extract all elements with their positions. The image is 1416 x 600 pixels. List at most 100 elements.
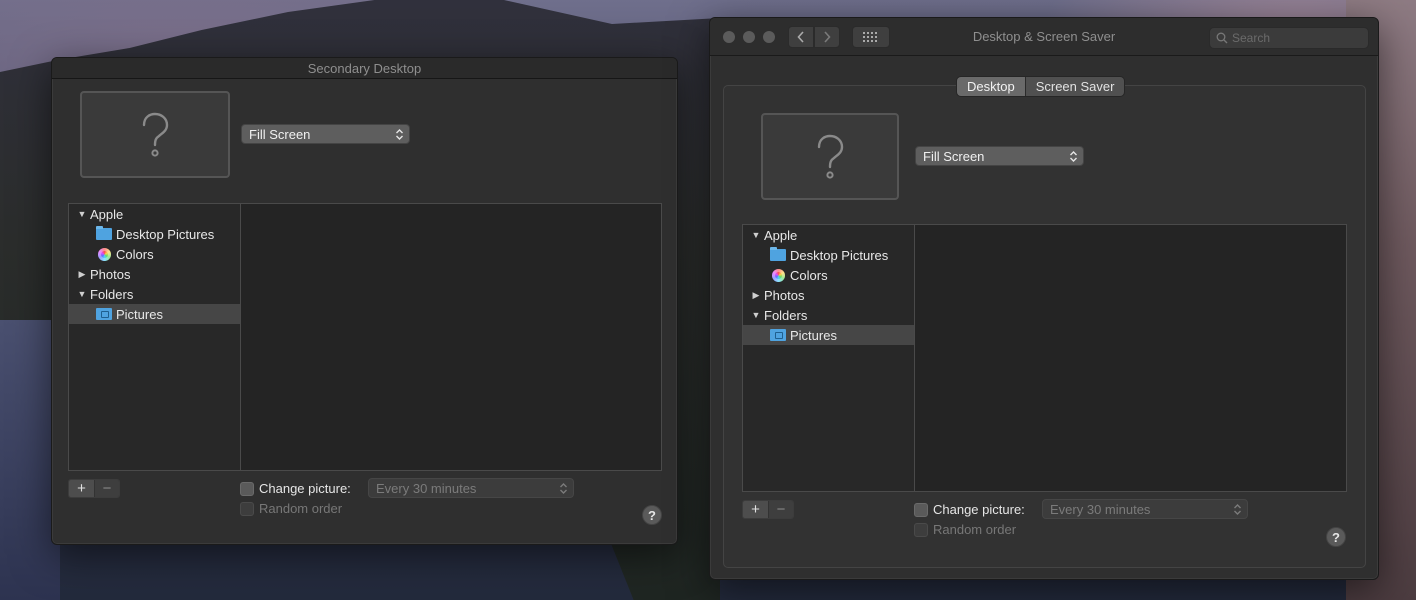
sidebar-item-label: Folders — [90, 286, 134, 302]
window-titlebar[interactable]: Desktop & Screen Saver — [710, 18, 1378, 56]
random-order-checkbox[interactable] — [240, 501, 254, 516]
disclosure-open-icon[interactable]: ▼ — [750, 230, 762, 240]
sidebar-item-colors[interactable]: Colors — [69, 244, 240, 264]
disclosure-open-icon[interactable]: ▼ — [76, 289, 88, 299]
forward-button[interactable] — [814, 26, 840, 48]
change-picture-checkbox[interactable] — [914, 502, 928, 517]
wallpaper-preview — [761, 113, 899, 200]
fill-mode-value: Fill Screen — [249, 126, 311, 142]
disclosure-closed-icon[interactable]: ▶ — [750, 290, 762, 301]
sidebar-item-photos[interactable]: ▶ Photos — [69, 264, 240, 284]
popup-arrows-icon — [557, 481, 570, 495]
sidebar-item-label: Photos — [764, 287, 805, 303]
chevron-right-icon — [824, 31, 831, 43]
sidebar-item-label: Folders — [764, 307, 808, 323]
tab-desktop[interactable]: Desktop — [957, 77, 1025, 96]
sidebar-item-folders[interactable]: ▼ Folders — [69, 284, 240, 304]
random-order-row: Random order — [240, 501, 342, 516]
zoom-button[interactable] — [763, 31, 775, 43]
color-wheel-icon — [96, 247, 112, 261]
sidebar-item-pictures[interactable]: Pictures — [69, 304, 240, 324]
minimize-button[interactable] — [743, 31, 755, 43]
chevron-left-icon — [797, 31, 804, 43]
sidebar-item-desktop-pictures[interactable]: Desktop Pictures — [69, 224, 240, 244]
help-button[interactable]: ? — [1326, 527, 1346, 547]
sidebar-item-label: Apple — [764, 227, 798, 243]
desktop-screen-saver-window: Desktop & Screen Saver Desktop Screen Sa… — [709, 17, 1379, 580]
sources-sidebar: ▼ Apple Desktop Pictures Colors ▶ Photos… — [69, 204, 241, 470]
change-picture-row: Change picture: — [240, 481, 351, 496]
help-button[interactable]: ? — [642, 505, 662, 525]
image-grid[interactable] — [915, 225, 1346, 491]
tab-bar: Desktop Screen Saver — [956, 76, 1126, 97]
change-picture-checkbox[interactable] — [240, 481, 254, 496]
search-icon — [1216, 32, 1228, 44]
change-picture-row: Change picture: — [914, 502, 1025, 517]
sidebar-item-apple[interactable]: ▼ Apple — [69, 204, 240, 224]
sources-sidebar: ▼ Apple Desktop Pictures Colors ▶ Photos… — [743, 225, 915, 491]
add-remove-control: + − — [68, 479, 120, 498]
window-title: Desktop & Screen Saver — [972, 29, 1116, 44]
sidebar-item-label: Photos — [90, 266, 131, 282]
random-order-label: Random order — [933, 522, 1017, 537]
popup-arrows-icon — [1067, 149, 1080, 163]
pictures-folder-icon — [770, 329, 786, 342]
sidebar-item-folders[interactable]: ▼ Folders — [743, 305, 914, 325]
search-field[interactable] — [1209, 27, 1369, 49]
sidebar-item-desktop-pictures[interactable]: Desktop Pictures — [743, 245, 914, 265]
wallpaper-preview — [80, 91, 230, 178]
change-interval-popup[interactable]: Every 30 minutes — [368, 478, 574, 498]
popup-arrows-icon — [1231, 502, 1244, 516]
sidebar-item-colors[interactable]: Colors — [743, 265, 914, 285]
sidebar-item-label: Apple — [90, 206, 124, 222]
sidebar-item-label: Colors — [790, 267, 828, 283]
sidebar-item-apple[interactable]: ▼ Apple — [743, 225, 914, 245]
change-interval-value: Every 30 minutes — [376, 480, 477, 496]
sidebar-item-label: Colors — [116, 246, 154, 262]
random-order-row: Random order — [914, 522, 1016, 537]
remove-folder-button[interactable]: − — [94, 480, 119, 497]
tab-screen-saver[interactable]: Screen Saver — [1024, 77, 1125, 96]
window-title: Secondary Desktop — [307, 60, 422, 76]
pictures-folder-icon — [96, 308, 112, 321]
question-mark-icon — [817, 134, 844, 179]
color-wheel-icon — [770, 268, 786, 282]
window-titlebar[interactable]: Secondary Desktop — [52, 58, 677, 79]
sidebar-item-photos[interactable]: ▶ Photos — [743, 285, 914, 305]
folder-icon — [96, 226, 112, 241]
add-remove-control: + − — [742, 500, 794, 519]
sidebar-item-label: Pictures — [116, 306, 163, 322]
remove-folder-button[interactable]: − — [768, 501, 793, 518]
popup-arrows-icon — [393, 127, 406, 141]
sidebar-item-label: Desktop Pictures — [790, 247, 889, 263]
add-folder-button[interactable]: + — [69, 480, 94, 497]
change-picture-label: Change picture: — [933, 502, 1025, 517]
change-interval-popup[interactable]: Every 30 minutes — [1042, 499, 1248, 519]
sidebar-item-label: Desktop Pictures — [116, 226, 215, 242]
back-button[interactable] — [788, 26, 814, 48]
disclosure-open-icon[interactable]: ▼ — [750, 310, 762, 320]
sidebar-item-pictures[interactable]: Pictures — [743, 325, 914, 345]
search-input[interactable] — [1232, 31, 1362, 45]
change-interval-value: Every 30 minutes — [1050, 501, 1151, 517]
navigation-buttons — [788, 26, 840, 48]
secondary-desktop-window: Secondary Desktop Fill Screen ▼ Apple De… — [51, 57, 678, 545]
folder-icon — [770, 247, 786, 262]
image-grid[interactable] — [241, 204, 661, 470]
disclosure-open-icon[interactable]: ▼ — [76, 209, 88, 219]
fill-mode-value: Fill Screen — [923, 148, 985, 164]
change-picture-label: Change picture: — [259, 481, 351, 496]
grid-icon — [863, 32, 877, 42]
sources-panel: ▼ Apple Desktop Pictures Colors ▶ Photos… — [68, 203, 662, 471]
sources-panel: ▼ Apple Desktop Pictures Colors ▶ Photos… — [742, 224, 1347, 492]
question-mark-icon — [142, 112, 169, 157]
fill-mode-popup[interactable]: Fill Screen — [241, 124, 410, 144]
disclosure-closed-icon[interactable]: ▶ — [76, 269, 88, 280]
close-button[interactable] — [723, 31, 735, 43]
window-controls — [723, 31, 775, 43]
add-folder-button[interactable]: + — [743, 501, 768, 518]
show-all-button[interactable] — [852, 26, 890, 48]
random-order-checkbox[interactable] — [914, 522, 928, 537]
fill-mode-popup[interactable]: Fill Screen — [915, 146, 1084, 166]
random-order-label: Random order — [259, 501, 343, 516]
